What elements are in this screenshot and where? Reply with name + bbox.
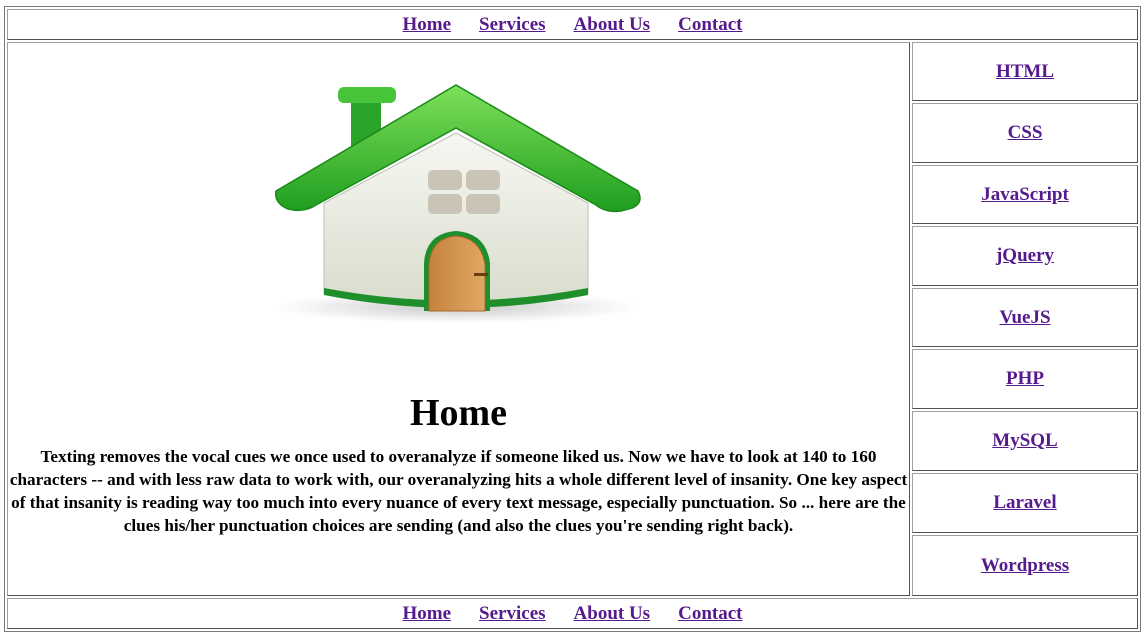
nav-contact-link[interactable]: Contact (678, 14, 742, 36)
sidebar-item-laravel: Laravel (912, 473, 1138, 533)
sidebar-link-javascript[interactable]: JavaScript (981, 184, 1069, 206)
footer-about-link[interactable]: About Us (574, 603, 651, 625)
sidebar-item-wordpress: Wordpress (912, 535, 1138, 596)
sidebar-item-php: PHP (912, 349, 1138, 409)
sidebar-item-javascript: JavaScript (912, 165, 1138, 224)
footer-contact-link[interactable]: Contact (678, 603, 742, 625)
page-title: Home (409, 392, 508, 434)
sidebar-link-vuejs[interactable]: VueJS (999, 307, 1050, 329)
sidebar-link-html[interactable]: HTML (996, 61, 1054, 83)
house-icon (274, 84, 641, 323)
sidebar-item-css: CSS (912, 103, 1138, 163)
nav-about-link[interactable]: About Us (574, 14, 651, 36)
sidebar-link-css[interactable]: CSS (1008, 122, 1043, 144)
sidebar-item-html: HTML (912, 42, 1138, 101)
sidebar-link-jquery[interactable]: jQuery (996, 245, 1054, 267)
sidebar-link-mysql[interactable]: MySQL (992, 430, 1057, 452)
sidebar-link-wordpress[interactable]: Wordpress (981, 555, 1069, 577)
sidebar-item-jquery: jQuery (912, 226, 1138, 286)
sidebar-link-laravel[interactable]: Laravel (993, 492, 1056, 514)
sidebar-link-php[interactable]: PHP (1006, 368, 1044, 390)
nav-home-link[interactable]: Home (403, 14, 452, 36)
footer-home-link[interactable]: Home (403, 603, 452, 625)
footer-services-link[interactable]: Services (479, 603, 545, 625)
layout-table: Home Services About Us Contact Home Text… (4, 6, 1141, 632)
footer-nav: Home Services About Us Contact (7, 598, 1138, 629)
intro-paragraph: Texting removes the vocal cues we once u… (9, 447, 908, 535)
nav-services-link[interactable]: Services (479, 14, 545, 36)
main-content: Home Texting removes the vocal cues we o… (7, 42, 910, 596)
header-nav: Home Services About Us Contact (7, 9, 1138, 40)
sidebar-item-mysql: MySQL (912, 411, 1138, 471)
sidebar-item-vuejs: VueJS (912, 288, 1138, 347)
